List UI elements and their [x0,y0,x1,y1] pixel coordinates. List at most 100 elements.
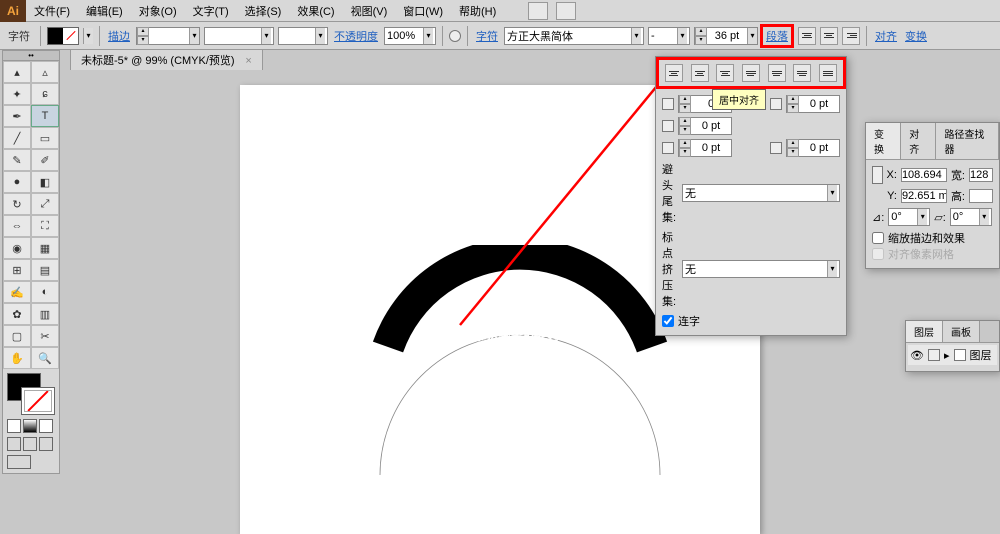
opacity-input[interactable] [387,28,423,44]
shear-dropdown[interactable]: ▾ [950,208,992,226]
font-family-input[interactable] [507,28,631,44]
pen-tool[interactable]: ✒ [3,105,31,127]
lasso-tool[interactable]: ɕ [31,83,59,105]
artboards-tab[interactable]: 画板 [943,321,980,342]
mesh-tool[interactable]: ⊞ [3,259,31,281]
width-tool[interactable]: ⇔ [3,215,31,237]
opacity-link[interactable]: 不透明度 [332,28,380,44]
type-tool[interactable]: T [31,105,59,127]
menu-edit[interactable]: 编辑(E) [78,0,131,22]
align-left-btn[interactable] [798,27,816,45]
gradient-mode-btn[interactable] [23,419,37,433]
menu-window[interactable]: 窗口(W) [395,0,451,22]
free-transform-tool[interactable]: ⛶ [31,215,59,237]
para-justify-left[interactable] [742,64,760,82]
menu-effect[interactable]: 效果(C) [289,0,342,22]
compose-input[interactable] [685,261,827,277]
menu-help[interactable]: 帮助(H) [451,0,504,22]
stroke-swatch[interactable] [21,387,55,415]
brush-dropdown[interactable]: ▾ [204,27,274,45]
space-before-field[interactable]: ▴▾ [678,139,732,157]
y-input[interactable] [901,189,947,203]
stroke-link[interactable]: 描边 [106,28,132,44]
menu-view[interactable]: 视图(V) [343,0,396,22]
selection-tool[interactable]: ▴ [3,61,31,83]
draw-behind-btn[interactable] [23,437,37,451]
scale-tool[interactable]: ⤢ [31,193,59,215]
rotate-tool[interactable]: ↻ [3,193,31,215]
line-tool[interactable]: ╱ [3,127,31,149]
menu-object[interactable]: 对象(O) [131,0,185,22]
layer-thumb[interactable] [928,349,940,361]
layers-tab[interactable]: 图层 [906,321,943,342]
blend-tool[interactable]: ◐ [31,281,59,303]
font-style-input[interactable] [651,28,677,44]
scale-stroke-checkbox[interactable] [872,232,884,244]
hyphen-dropdown[interactable]: ▾ [682,184,840,202]
font-style-dropdown[interactable]: ▾ [648,27,690,45]
para-justify-center[interactable] [768,64,786,82]
space-before-input[interactable] [691,140,731,156]
para-justify-right[interactable] [793,64,811,82]
eraser-tool[interactable]: ◧ [31,171,59,193]
visibility-icon[interactable]: 👁 [910,349,924,362]
zoom-tool[interactable]: 🔍 [31,347,59,369]
align-center-btn[interactable] [820,27,838,45]
first-line-field[interactable]: ▴▾ [678,117,732,135]
path-text-object[interactable]: ai教程之路径文字 [360,245,680,505]
angle-input[interactable] [891,209,917,225]
eyedropper-tool[interactable]: ✍ [3,281,31,303]
perspective-tool[interactable]: ▦ [31,237,59,259]
gradient-tool[interactable]: ▤ [31,259,59,281]
h-input[interactable] [969,189,993,203]
rectangle-tool[interactable]: ▭ [31,127,59,149]
recolor-icon[interactable] [449,30,461,42]
stroke-weight-input[interactable] [149,28,189,44]
para-align-center[interactable] [691,64,709,82]
ligature-checkbox[interactable] [662,315,674,327]
pathfinder-tab[interactable]: 路径查找器 [936,123,999,159]
swatch-dropdown[interactable]: ▾ [83,28,93,44]
stroke-weight[interactable]: ▴▾ ▾ [136,27,200,45]
vw-profile[interactable]: ▾ [278,27,328,45]
hyphen-input[interactable] [685,185,827,201]
font-family-dropdown[interactable]: ▾ [504,27,644,45]
symbol-sprayer-tool[interactable]: ✿ [3,303,31,325]
none-mode-btn[interactable] [39,419,53,433]
menu-file[interactable]: 文件(F) [26,0,78,22]
screen-mode-btn[interactable] [7,455,31,469]
indent-right-input[interactable] [799,96,839,112]
paintbrush-tool[interactable]: ✎ [3,149,31,171]
para-justify-all[interactable] [819,64,837,82]
angle-dropdown[interactable]: ▾ [888,208,930,226]
slice-tool[interactable]: ✂ [31,325,59,347]
character-link[interactable]: 字符 [474,28,500,44]
compose-dropdown[interactable]: ▾ [682,260,840,278]
para-align-left[interactable] [665,64,683,82]
draw-normal-btn[interactable] [7,437,21,451]
magic-wand-tool[interactable]: ✦ [3,83,31,105]
color-mode-btn[interactable] [7,419,21,433]
pencil-tool[interactable]: ✐ [31,149,59,171]
color-picker[interactable] [3,369,59,473]
document-tab[interactable]: 未标题-5* @ 99% (CMYK/预览) × [70,49,263,71]
para-align-right[interactable] [716,64,734,82]
font-size-input[interactable] [707,28,747,44]
space-after-input[interactable] [799,140,839,156]
blob-brush-tool[interactable]: ● [3,171,31,193]
space-after-field[interactable]: ▴▾ [786,139,840,157]
close-tab-icon[interactable]: × [245,55,251,67]
menu-type[interactable]: 文字(T) [185,0,237,22]
align-right-btn[interactable] [842,27,860,45]
fill-stroke-swatch[interactable] [47,27,79,45]
menu-select[interactable]: 选择(S) [237,0,290,22]
indent-right-field[interactable]: ▴▾ [786,95,840,113]
shear-input[interactable] [953,209,979,225]
x-input[interactable] [901,168,947,182]
draw-inside-btn[interactable] [39,437,53,451]
first-line-input[interactable] [691,118,731,134]
paragraph-link[interactable]: 段落 [764,31,790,43]
align-link[interactable]: 对齐 [873,28,899,44]
artboard-tool[interactable]: ▢ [3,325,31,347]
reference-point-icon[interactable] [872,166,883,184]
